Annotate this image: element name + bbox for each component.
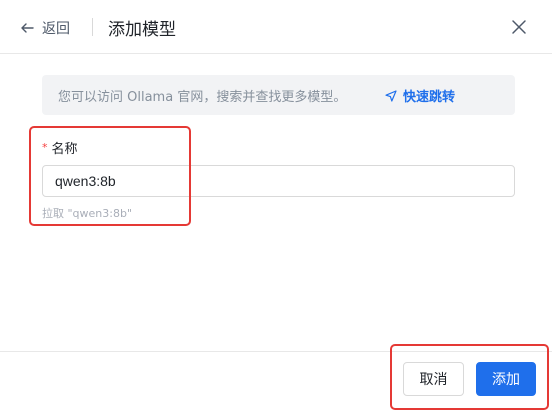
dialog-footer	[0, 351, 552, 413]
back-label: 返回	[42, 21, 70, 37]
name-field-label: * 名称	[42, 138, 78, 157]
dialog-header: 返回 添加模型	[0, 0, 552, 54]
quick-jump-link[interactable]: 快速跳转	[385, 86, 455, 105]
close-icon[interactable]	[510, 18, 528, 36]
info-banner: 您可以访问 Ollama 官网，搜索并查找更多模型。 快速跳转	[42, 75, 515, 115]
required-mark: *	[42, 141, 48, 154]
model-name-input[interactable]	[42, 165, 515, 197]
info-text: 您可以访问 Ollama 官网，搜索并查找更多模型。	[58, 89, 347, 105]
dialog-title: 添加模型	[108, 20, 176, 40]
pull-hint: 拉取 "qwen3:8b"	[42, 207, 133, 220]
navigation-arrow-icon	[385, 89, 397, 102]
add-button[interactable]: 添加	[476, 362, 536, 396]
name-label-text: 名称	[51, 142, 78, 157]
cancel-button[interactable]: 取消	[403, 362, 464, 396]
back-button[interactable]: 返回	[20, 16, 70, 40]
quick-jump-label: 快速跳转	[403, 90, 456, 105]
header-divider	[92, 18, 93, 36]
back-arrow-icon	[21, 23, 34, 33]
